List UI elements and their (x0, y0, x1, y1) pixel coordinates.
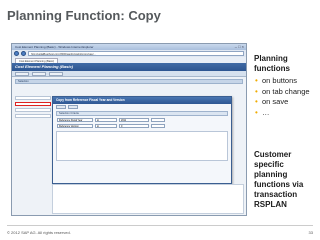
list-item: • on tab change (254, 87, 318, 98)
selection-criteria-header[interactable]: Selection Criteria (56, 111, 228, 116)
page-title: Planning Function: Copy (7, 8, 161, 23)
list-item-label: … (262, 107, 270, 117)
criteria-value-input[interactable]: 2011 (119, 118, 149, 122)
toolbar-button[interactable] (49, 71, 63, 76)
footer: © 2012 SAP AG. All rights reserved. 33 (0, 228, 320, 240)
criteria-field-name: Reference Version (57, 124, 93, 128)
list-item-label: on tab change (262, 86, 310, 96)
bullet-icon: • (255, 97, 258, 106)
criteria-operator[interactable]: to (95, 118, 117, 122)
screenshot-window: Cost Element Planning (Basic) - Windows … (11, 43, 247, 216)
criteria-field-name: Reference Fiscal Year (57, 118, 93, 122)
cancel-button[interactable] (68, 105, 78, 109)
copy-dialog: Copy from Reference Fiscal Year and Vers… (52, 96, 232, 184)
copy-button-highlight[interactable] (15, 102, 51, 106)
list-item: • on buttons (254, 76, 318, 87)
criteria-operator[interactable]: to (95, 124, 117, 128)
criteria-extra[interactable] (151, 124, 165, 128)
customer-note: Customer specific planning functions via… (254, 150, 304, 209)
list-item: •… (254, 108, 318, 119)
bullet-icon: • (255, 86, 258, 96)
left-row[interactable] (15, 96, 51, 100)
planning-functions-heading: Planning functions (254, 54, 290, 73)
bullet-list: • on buttons • on tab change • on save •… (254, 76, 318, 118)
list-item: • on save (254, 97, 318, 108)
window-title: Cost Element Planning (Basic) - Windows … (15, 45, 94, 49)
criteria-extra[interactable] (151, 118, 165, 122)
copyright: © 2012 SAP AG. All rights reserved. (7, 230, 71, 235)
criteria-value-input[interactable]: 0 (119, 124, 149, 128)
bullet-icon: • (255, 107, 258, 117)
ok-button[interactable] (56, 105, 66, 109)
dialog-buttons (53, 104, 231, 110)
footer-divider (7, 225, 313, 226)
criteria-row: Reference Version to 0 (57, 124, 227, 128)
page-number: 33 (308, 230, 313, 235)
slide: Planning Function: Copy Cost Element Pla… (0, 0, 320, 240)
back-icon[interactable] (14, 51, 19, 56)
bullet-icon: • (255, 76, 258, 85)
toolbar-button[interactable] (32, 71, 46, 76)
window-controls[interactable]: – □ × (235, 44, 246, 50)
criteria-row: Reference Fiscal Year to 2011 (57, 118, 227, 122)
planning-grid (52, 184, 244, 214)
list-item-label: on buttons (262, 76, 298, 85)
left-row[interactable] (15, 108, 51, 112)
dialog-title: Copy from Reference Fiscal Year and Vers… (53, 97, 231, 104)
list-item-label: on save (262, 97, 289, 106)
dialog-content-area (56, 131, 228, 161)
toolbar-button[interactable] (15, 71, 29, 76)
app-toolbar (12, 71, 246, 77)
selection-panel[interactable]: Selection (15, 79, 243, 84)
app-header: Cost Element Planning (Basic) (12, 63, 246, 71)
forward-icon[interactable] (21, 51, 26, 56)
left-row[interactable] (15, 114, 51, 118)
address-bar[interactable]: http://ustlaiBuethost.corp:8000/sap/bc/w… (28, 51, 244, 56)
bullet-column: Planning functions • on buttons • on tab c… (254, 54, 318, 118)
left-panel (15, 96, 51, 215)
browser-toolbar: http://ustlaiBuethost.corp:8000/sap/bc/w… (12, 50, 246, 57)
